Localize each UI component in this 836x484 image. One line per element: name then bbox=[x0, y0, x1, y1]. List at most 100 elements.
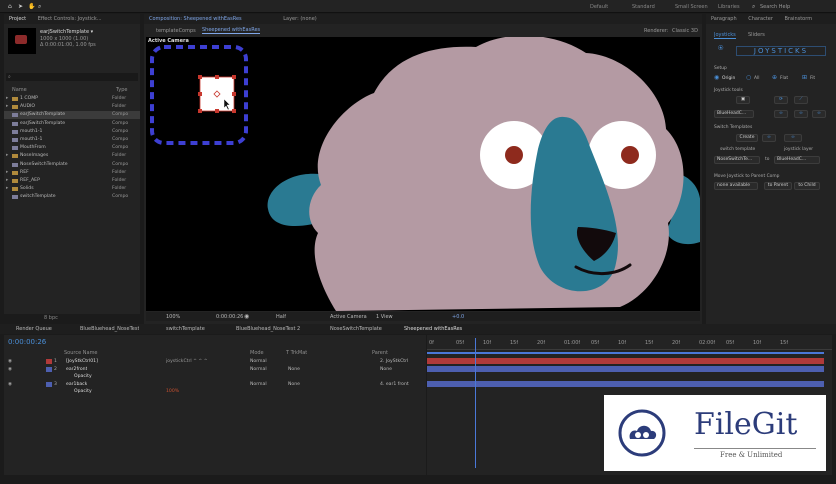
home-icon[interactable]: ⌂ bbox=[8, 3, 12, 10]
property-row[interactable]: Opacity 100% bbox=[4, 388, 426, 395]
setup-fit[interactable]: Fit bbox=[810, 76, 815, 81]
snapshot-icon[interactable]: ◉ bbox=[244, 313, 249, 320]
playhead[interactable] bbox=[475, 338, 476, 468]
expand-arrow-icon[interactable]: ▸ bbox=[6, 169, 8, 177]
tab-blue-nose-test-2[interactable]: BlueBluehead_NoseTest 2 bbox=[236, 326, 300, 332]
work-area-bar[interactable] bbox=[427, 352, 824, 354]
col-source-name[interactable]: Source Name bbox=[64, 350, 98, 356]
fit-icon[interactable]: ⊞ bbox=[802, 74, 807, 81]
exposure-offset[interactable]: +0.0 bbox=[452, 314, 464, 320]
subtab-joysticks[interactable]: Joysticks bbox=[714, 32, 736, 39]
parent-comp-dropdown[interactable]: none available bbox=[714, 182, 758, 190]
layer-name[interactable]: ear1back bbox=[66, 381, 87, 388]
subtab-template-comps[interactable]: templateComps bbox=[156, 28, 196, 34]
project-item[interactable]: mouth1-1 Compo bbox=[4, 128, 140, 136]
project-item[interactable]: switchTemplate Compo bbox=[4, 193, 140, 201]
layer-trkmat[interactable]: None bbox=[288, 366, 300, 373]
expand-arrow-icon[interactable]: ▸ bbox=[6, 185, 8, 193]
layer-expression[interactable]: 100% bbox=[166, 388, 179, 395]
project-item[interactable]: MouthFrom Compo bbox=[4, 144, 140, 152]
bit-depth[interactable]: 8 bpc bbox=[44, 315, 58, 321]
renderer-value[interactable]: Classic 3D bbox=[672, 28, 698, 34]
expand-arrow-icon[interactable]: ▸ bbox=[6, 152, 8, 160]
layer-row[interactable]: ◉ 3 ear1back Normal None 4. ear1 front bbox=[4, 381, 426, 388]
setup-all[interactable]: All bbox=[754, 76, 759, 81]
layer-parent[interactable]: 2. JoyStkCtrl bbox=[380, 358, 408, 365]
label-color-swatch[interactable] bbox=[46, 381, 52, 387]
workspace-standard[interactable]: Standard bbox=[632, 4, 655, 10]
subtab-sliders[interactable]: Sliders bbox=[748, 32, 765, 38]
tab-brainstorm[interactable]: Brainstorm bbox=[780, 14, 818, 24]
search-help-input[interactable]: Search Help bbox=[760, 4, 790, 10]
zoom-tool-icon[interactable]: ⌕ bbox=[38, 3, 41, 11]
layer-mode[interactable]: Normal bbox=[250, 366, 267, 373]
layer-row[interactable]: ◉ 2 ear2front Normal None None bbox=[4, 366, 426, 373]
template-link-button[interactable]: ∞ bbox=[762, 134, 776, 142]
col-parent[interactable]: Parent bbox=[372, 350, 388, 356]
joystick-box-button[interactable]: ▣ bbox=[736, 96, 750, 104]
layer-parent[interactable]: None bbox=[380, 366, 392, 373]
link-all-button[interactable]: ∞ bbox=[812, 110, 826, 118]
camera-dropdown[interactable]: Active Camera bbox=[330, 314, 367, 320]
project-item[interactable]: mouth1-1 Compo bbox=[4, 136, 140, 144]
layer-name[interactable]: ear2front bbox=[66, 366, 87, 373]
layer-duration-bar[interactable] bbox=[427, 365, 824, 372]
zoom-dropdown[interactable]: 100% bbox=[166, 314, 180, 320]
expand-arrow-icon[interactable]: ▸ bbox=[6, 95, 8, 103]
project-comp-name[interactable]: earJSwitchTemplate ▾ bbox=[40, 29, 93, 35]
project-item[interactable]: NoseSwitchTemplate Compo bbox=[4, 161, 140, 169]
project-item[interactable]: earJSwitchTemplate Compo bbox=[4, 111, 140, 120]
tab-composition[interactable]: Composition: Sheepened withEasRes bbox=[144, 14, 247, 24]
joystick-select-dropdown[interactable]: BlueHeadC... bbox=[714, 110, 754, 118]
tab-sheepened[interactable]: Sheepened withEasRes bbox=[404, 326, 462, 332]
to-child-button[interactable]: to Child bbox=[794, 182, 820, 190]
label-color-swatch[interactable] bbox=[46, 366, 52, 372]
flat-icon[interactable]: ⊕ bbox=[772, 74, 777, 81]
tab-effect-controls[interactable]: Effect Controls: Joystick... bbox=[33, 14, 107, 24]
layer-duration-bar[interactable] bbox=[427, 358, 824, 364]
visibility-eye-icon[interactable]: ◉ bbox=[8, 366, 12, 373]
to-parent-button[interactable]: to Parent bbox=[764, 182, 792, 190]
project-item[interactable]: ▸ REF_AEP Folder bbox=[4, 177, 140, 185]
layer-name[interactable]: [JoyStkCtrl01] bbox=[66, 358, 98, 365]
layer-name[interactable]: Opacity bbox=[74, 388, 92, 395]
tab-blue-nose-test[interactable]: BlueBluehead_NoseTest bbox=[80, 326, 139, 332]
tab-project[interactable]: Project bbox=[4, 14, 31, 24]
subtab-sheepened[interactable]: Sheepened withEasRes bbox=[202, 27, 261, 34]
resolution-dropdown[interactable]: Half bbox=[276, 314, 286, 320]
create-button[interactable]: Create bbox=[736, 134, 758, 142]
search-icon[interactable]: ⌕ bbox=[752, 3, 755, 11]
layer-parent[interactable]: 4. ear1 front bbox=[380, 381, 409, 388]
setup-origin[interactable]: Origin bbox=[722, 76, 735, 81]
origin-radio-icon[interactable]: ◉ bbox=[714, 74, 719, 81]
unlink-chain-button[interactable]: ∞ bbox=[794, 110, 808, 118]
hand-tool-icon[interactable]: ✋ bbox=[28, 3, 35, 10]
layer-name[interactable]: Opacity bbox=[74, 373, 92, 380]
tab-paragraph[interactable]: Paragraph bbox=[706, 14, 742, 24]
workspace-small-screen[interactable]: Small Screen bbox=[675, 4, 708, 10]
template-unlink-button[interactable]: ∞ bbox=[784, 134, 802, 142]
joystick-link-button[interactable]: ⟳ bbox=[774, 96, 788, 104]
tab-layer[interactable]: Layer: (none) bbox=[278, 14, 322, 24]
layer-trkmat[interactable]: None bbox=[288, 381, 300, 388]
col-name-header[interactable]: Name bbox=[12, 87, 27, 93]
all-radio-icon[interactable]: ○ bbox=[746, 74, 751, 81]
col-trkmat[interactable]: T TrkMat bbox=[286, 350, 307, 356]
time-ruler[interactable]: 0f 05f 10f 15f 20f 01:00f 05f 10f 15f 20f 02:00f 05… bbox=[427, 338, 832, 350]
col-mode[interactable]: Mode bbox=[250, 350, 264, 356]
link-chain-button[interactable]: ∞ bbox=[774, 110, 788, 118]
visibility-eye-icon[interactable]: ◉ bbox=[8, 358, 12, 365]
expand-arrow-icon[interactable]: ▸ bbox=[6, 103, 8, 111]
project-search-input[interactable]: ⌕ bbox=[6, 73, 138, 81]
layer-row[interactable]: ◉ 1 [JoyStkCtrl01] joystickCtrl ^ ^ ^ Normal… bbox=[4, 358, 426, 365]
select-tool-icon[interactable]: ➤ bbox=[18, 3, 23, 10]
project-item[interactable]: earJSwitchTemplate Compo bbox=[4, 120, 140, 128]
project-item[interactable]: ▸ AUDIO Folder bbox=[4, 103, 140, 111]
col-type-header[interactable]: Type bbox=[116, 87, 127, 93]
views-dropdown[interactable]: 1 View bbox=[376, 314, 393, 320]
project-item[interactable]: ▸ REF Folder bbox=[4, 169, 140, 177]
project-item[interactable]: ▸ NoseImages Folder bbox=[4, 152, 140, 160]
timeline-current-time[interactable]: 0:00:00:26 bbox=[8, 338, 46, 346]
tab-character[interactable]: Character bbox=[743, 14, 778, 24]
joystick-layer-dropdown[interactable]: BlueHeadC... bbox=[774, 156, 820, 164]
